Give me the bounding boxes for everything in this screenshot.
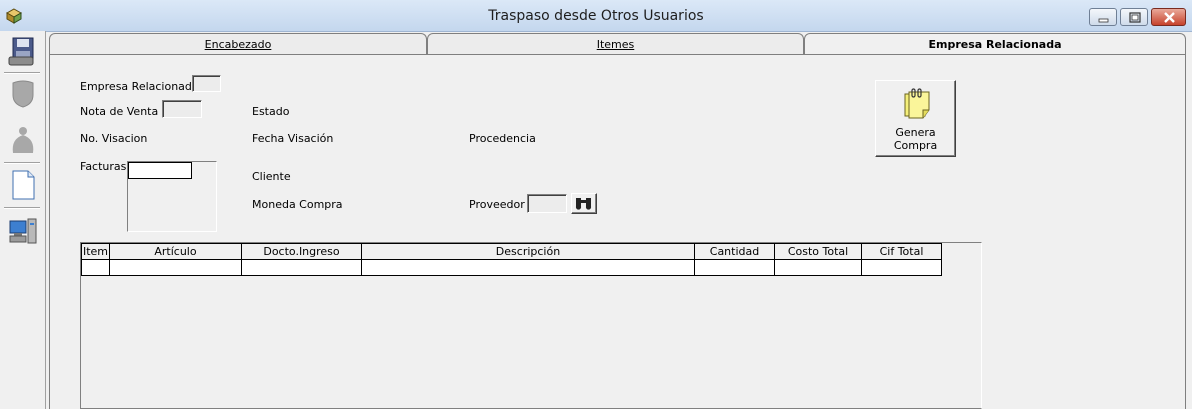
estado-label: Estado: [252, 105, 290, 118]
genera-compra-label-1: Genera: [895, 126, 936, 139]
grid-header-row: Item Artículo Docto.Ingreso Descripción …: [81, 243, 942, 260]
minimize-icon: [1098, 18, 1109, 23]
facturas-list-item[interactable]: [128, 162, 192, 179]
facturas-label: Facturas: [80, 160, 127, 173]
computer-icon[interactable]: [7, 215, 39, 247]
genera-compra-button[interactable]: Genera Compra: [875, 80, 956, 157]
toolbar-separator: [4, 162, 40, 164]
grid-cell[interactable]: [694, 259, 775, 276]
procedencia-label: Procedencia: [469, 132, 536, 145]
bag-icon[interactable]: [7, 123, 39, 155]
binoculars-icon: [575, 198, 592, 210]
title-bar: Traspaso desde Otros Usuarios: [0, 0, 1192, 32]
tab-label: Encabezado: [204, 38, 272, 51]
items-table: Item Artículo Docto.Ingreso Descripción …: [81, 243, 942, 276]
moneda-compra-label: Moneda Compra: [252, 198, 343, 211]
tab-itemes[interactable]: Itemes: [427, 33, 804, 54]
notepad-icon: [904, 88, 930, 119]
col-header-descripcion[interactable]: Descripción: [361, 243, 695, 260]
toolbar-separator: [4, 72, 40, 74]
new-document-icon[interactable]: [7, 169, 39, 201]
proveedor-label: Proveedor: [469, 198, 525, 211]
save-icon[interactable]: [7, 35, 39, 67]
cliente-label: Cliente: [252, 170, 291, 183]
fecha-visacion-label: Fecha Visación: [252, 132, 334, 145]
tab-label: Empresa Relacionada: [928, 38, 1062, 51]
empresa-relacionada-field[interactable]: [192, 75, 221, 92]
proveedor-search-button[interactable]: [571, 193, 597, 214]
col-header-articulo[interactable]: Artículo: [109, 243, 242, 260]
col-header-item[interactable]: Item: [81, 243, 110, 260]
col-header-cantidad[interactable]: Cantidad: [694, 243, 775, 260]
left-toolbar: [0, 31, 46, 409]
grid-cell[interactable]: [241, 259, 362, 276]
tab-encabezado[interactable]: Encabezado: [49, 33, 427, 54]
window-title: Traspaso desde Otros Usuarios: [488, 8, 704, 24]
proveedor-field[interactable]: [527, 194, 567, 213]
items-grid[interactable]: Item Artículo Docto.Ingreso Descripción …: [80, 242, 982, 409]
restore-icon: [1129, 12, 1141, 23]
nota-venta-label: Nota de Venta: [80, 105, 159, 118]
no-visacion-label: No. Visacion: [80, 132, 148, 145]
col-header-cif-total[interactable]: Cif Total: [861, 243, 942, 260]
maximize-button[interactable]: [1120, 8, 1148, 26]
genera-compra-label-2: Compra: [893, 139, 938, 152]
col-header-costo-total[interactable]: Costo Total: [774, 243, 862, 260]
empresa-relacionada-label: Empresa Relacionada: [80, 80, 199, 93]
grid-cell[interactable]: [109, 259, 242, 276]
grid-cell[interactable]: [361, 259, 695, 276]
toolbar-separator: [4, 207, 40, 209]
minimize-button[interactable]: [1089, 8, 1117, 26]
shield-icon[interactable]: [7, 77, 39, 109]
tab-label: Itemes: [596, 38, 635, 51]
close-icon: [1164, 12, 1175, 23]
col-header-docto-ingreso[interactable]: Docto.Ingreso: [241, 243, 362, 260]
close-button[interactable]: [1151, 8, 1186, 26]
tab-empresa-relacionada[interactable]: Empresa Relacionada: [804, 33, 1186, 55]
grid-cell[interactable]: [774, 259, 862, 276]
nota-venta-field[interactable]: [162, 100, 202, 118]
grid-cell[interactable]: [81, 259, 110, 276]
facturas-list[interactable]: [127, 161, 217, 232]
grid-cell[interactable]: [861, 259, 942, 276]
table-row[interactable]: [81, 259, 942, 276]
